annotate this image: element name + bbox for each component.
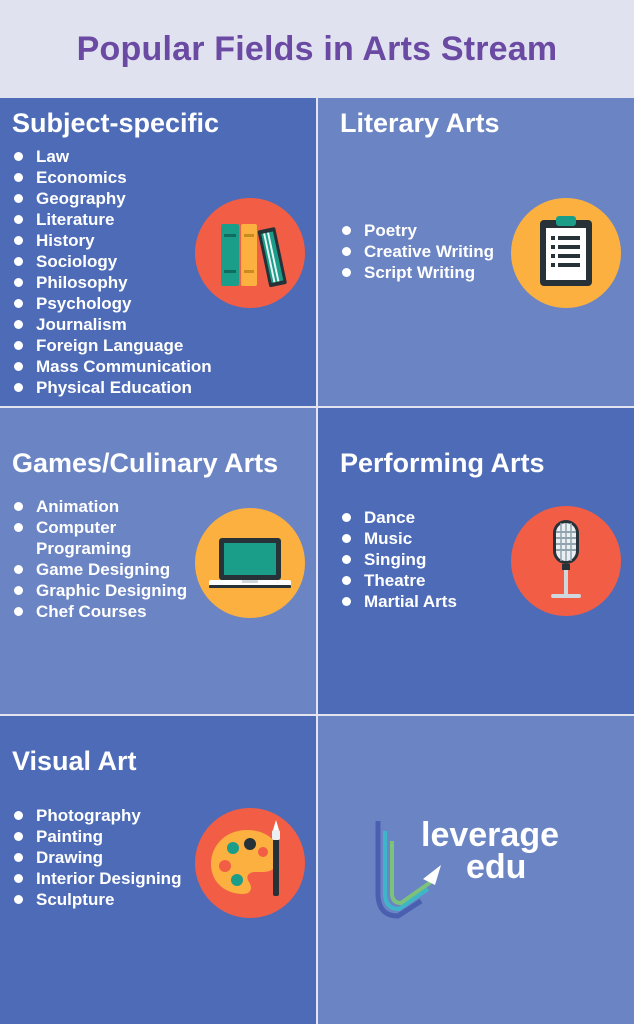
visual-list: Photography Painting Drawing Interior De… bbox=[12, 805, 181, 910]
list-item: Photography bbox=[12, 805, 181, 826]
panel-heading: Games/Culinary Arts bbox=[12, 448, 279, 478]
laptop-icon bbox=[195, 508, 305, 618]
list-item: Poetry bbox=[340, 220, 494, 241]
list-item: Interior Designing bbox=[12, 868, 181, 889]
list-item: Computer Programing bbox=[12, 517, 192, 559]
list-item: History bbox=[12, 230, 212, 251]
list-item: Sculpture bbox=[12, 889, 181, 910]
list-item: Animation bbox=[12, 496, 192, 517]
list-item: Physical Education bbox=[12, 377, 212, 398]
panel-heading: Literary Arts bbox=[340, 108, 500, 138]
list-item: Martial Arts bbox=[340, 591, 457, 612]
palette-icon bbox=[195, 808, 305, 918]
panel-games-culinary-arts: Games/Culinary Arts Animation Computer P… bbox=[0, 408, 316, 714]
header-banner: Popular Fields in Arts Stream bbox=[0, 0, 634, 98]
list-item: Economics bbox=[12, 167, 212, 188]
panel-literary-arts: Literary Arts Poetry Creative Writing Sc… bbox=[318, 98, 634, 406]
list-item: Dance bbox=[340, 507, 457, 528]
list-item: Theatre bbox=[340, 570, 457, 591]
list-item: Foreign Language bbox=[12, 335, 212, 356]
list-item: Painting bbox=[12, 826, 181, 847]
logo-text-leverage: leverage bbox=[421, 816, 559, 854]
panel-performing-arts: Performing Arts Dance Music Singing Thea… bbox=[318, 408, 634, 714]
list-item: Drawing bbox=[12, 847, 181, 868]
literary-list: Poetry Creative Writing Script Writing bbox=[340, 220, 494, 283]
list-item: Graphic Designing bbox=[12, 580, 192, 601]
list-item: Game Designing bbox=[12, 559, 192, 580]
list-item: Geography bbox=[12, 188, 212, 209]
panel-subject-specific: Subject-specific Law Economics Geography… bbox=[0, 98, 316, 406]
games-list: Animation Computer Programing Game Desig… bbox=[12, 496, 192, 622]
microphone-icon bbox=[511, 506, 621, 616]
list-item: Music bbox=[340, 528, 457, 549]
performing-list: Dance Music Singing Theatre Martial Arts bbox=[340, 507, 457, 612]
panel-heading: Performing Arts bbox=[340, 448, 545, 478]
infographic: Popular Fields in Arts Stream Subject-sp… bbox=[0, 0, 634, 1024]
panel-heading: Subject-specific bbox=[12, 108, 220, 138]
list-item: Chef Courses bbox=[12, 601, 192, 622]
list-item: Psychology bbox=[12, 293, 212, 314]
list-item: Singing bbox=[340, 549, 457, 570]
panel-heading: Visual Art bbox=[12, 746, 137, 776]
list-item: Mass Communication bbox=[12, 356, 212, 377]
list-item: Creative Writing bbox=[340, 241, 494, 262]
logo-text-edu: edu bbox=[466, 848, 527, 886]
list-item: Philosophy bbox=[12, 272, 212, 293]
clipboard-icon bbox=[511, 198, 621, 308]
panel-logo: leverage edu bbox=[318, 716, 634, 1024]
books-icon bbox=[195, 198, 305, 308]
list-item: Journalism bbox=[12, 314, 212, 335]
list-item: Sociology bbox=[12, 251, 212, 272]
list-item: Law bbox=[12, 146, 212, 167]
page-title: Popular Fields in Arts Stream bbox=[76, 29, 558, 68]
list-item: Script Writing bbox=[340, 262, 494, 283]
panel-visual-art: Visual Art Photography Painting Drawing … bbox=[0, 716, 316, 1024]
list-item: Literature bbox=[12, 209, 212, 230]
subject-list: Law Economics Geography Literature Histo… bbox=[12, 146, 212, 398]
